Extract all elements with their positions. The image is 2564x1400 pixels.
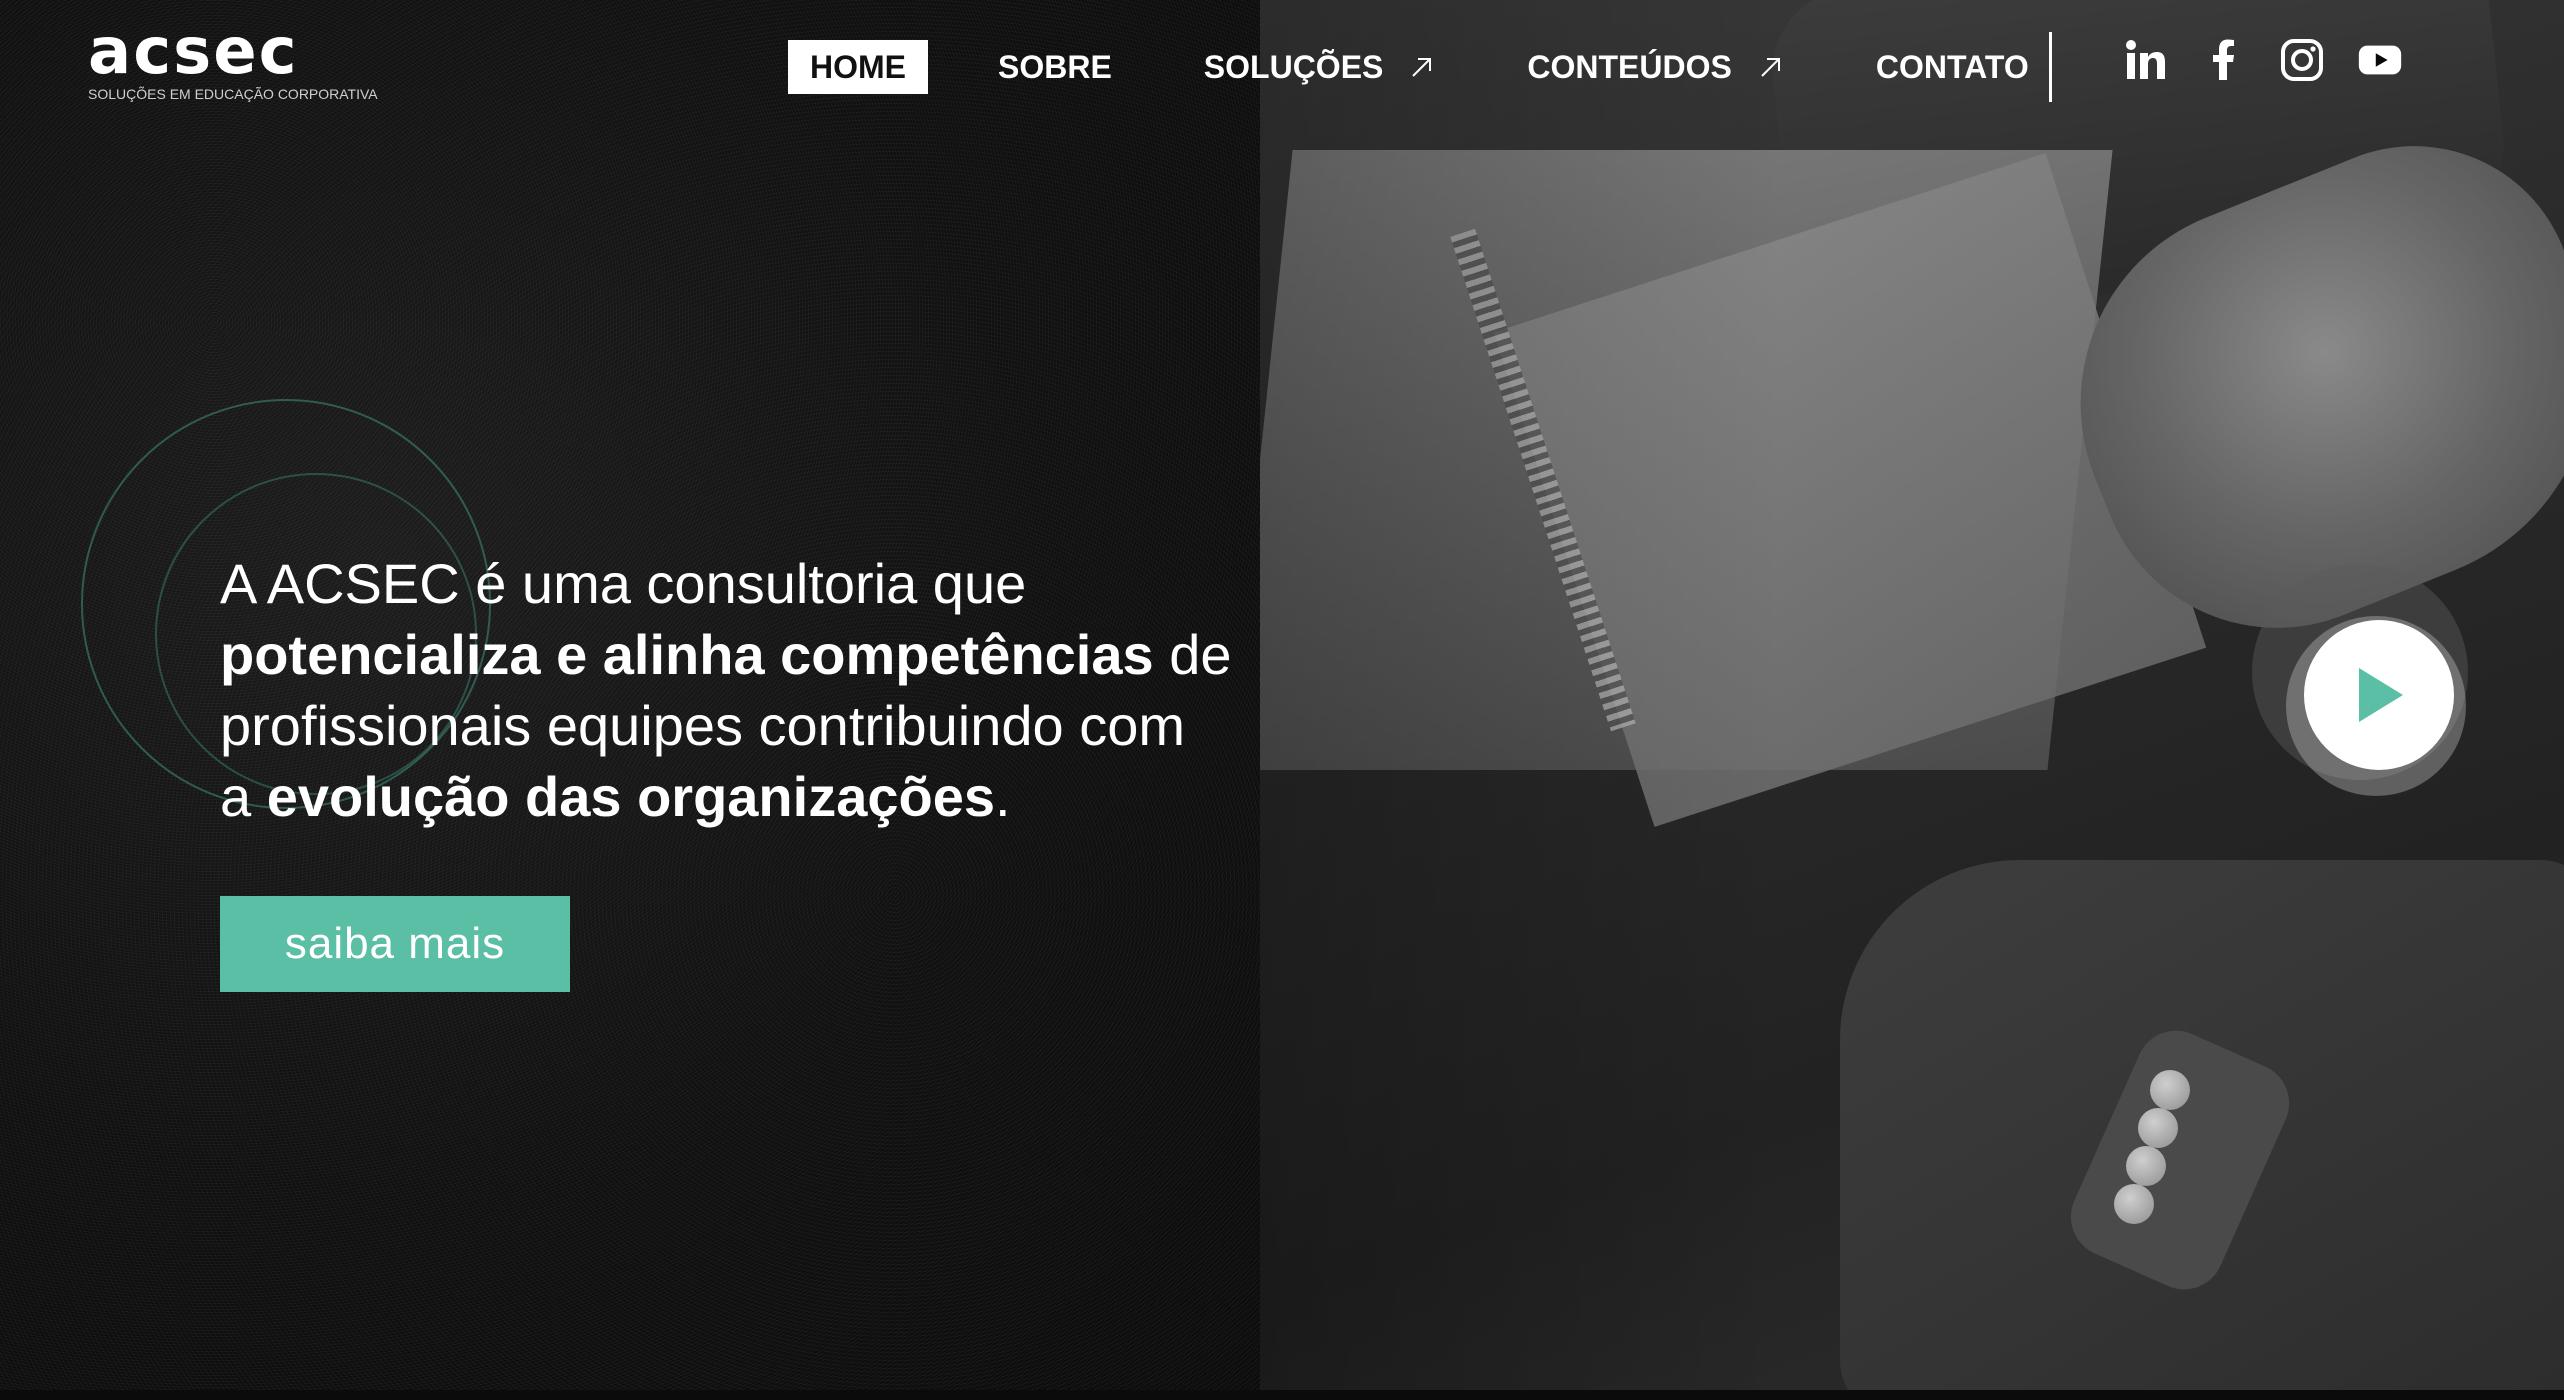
bottom-bar [0,1390,2564,1400]
nav-home-label: HOME [810,48,906,85]
saiba-mais-button[interactable]: saiba mais [220,896,570,992]
nav-sobre-label: SOBRE [998,48,1112,85]
hero-highlight-1: potencializa e alinha competências [220,623,1154,686]
logo[interactable]: acsec SOLUÇÕES EM EDUCAÇÃO CORPORATIVA [88,15,378,110]
facebook-icon[interactable] [2202,38,2246,82]
external-arrow-icon [1412,58,1432,77]
linkedin-icon[interactable] [2124,38,2168,82]
nav-sobre[interactable]: SOBRE [976,40,1134,94]
nav-solucoes-label: SOLUÇÕES [1203,48,1384,85]
nav-conteudos[interactable]: CONTEÚDOS [1505,40,1805,94]
nav-conteudos-label: CONTEÚDOS [1527,48,1732,85]
video-play-button[interactable] [2304,620,2454,770]
hero-highlight-2: evolução das organizações [266,765,995,828]
logo-wordmark: acsec [88,15,299,89]
hero-headline: A ACSEC é uma consultoria que potenciali… [220,548,1400,832]
play-icon [2359,668,2403,722]
nav-contato[interactable]: CONTATO [1854,40,2051,94]
hero-line-1: A ACSEC é uma consultoria que [220,552,1027,615]
youtube-icon[interactable] [2358,38,2402,82]
hero-line-4: a evolução das organizações. [220,765,1011,828]
nav-solucoes[interactable]: SOLUÇÕES [1182,40,1458,94]
instagram-icon[interactable] [2280,38,2324,82]
nav-contato-label: CONTATO [1875,48,2029,85]
saiba-mais-label: saiba mais [284,919,506,968]
nav-home[interactable]: HOME [788,40,928,94]
hero-line-3: profissionais equipes contribuindo com [220,694,1185,757]
external-arrow-icon [1761,58,1780,77]
social-links [2124,38,2436,82]
hero-line-2: potencializa e alinha competências de [220,623,1232,686]
main-nav: HOME SOBRE SOLUÇÕES CONTEÚDOS CONTATO [788,40,2051,94]
nav-divider [2049,32,2052,102]
logo-tagline: SOLUÇÕES EM EDUCAÇÃO CORPORATIVA [88,86,378,102]
